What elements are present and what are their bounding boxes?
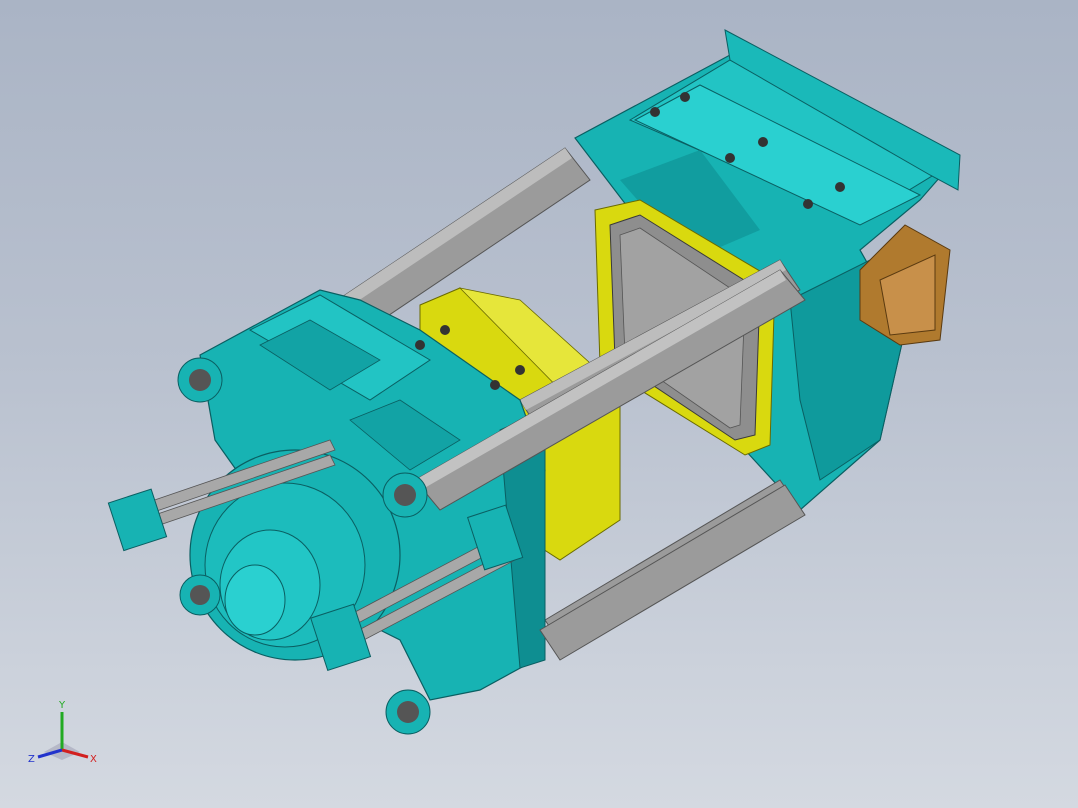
cad-viewport[interactable]: Y X Z [0,0,1078,808]
tie-bar-nut-top-left[interactable] [177,357,223,403]
y-axis-label: Y [58,700,66,711]
tie-bar-nut-low-left[interactable] [179,574,221,616]
x-axis-label: X [90,754,97,765]
injection-molding-machine-model[interactable] [0,0,1078,808]
z-axis-label: Z [28,754,35,765]
coordinate-triad: Y X Z [28,700,97,765]
tie-bar-nut-bottom[interactable] [385,689,431,735]
ejector-box[interactable] [859,224,951,346]
tie-bar-nut-mid-left[interactable] [382,472,428,518]
